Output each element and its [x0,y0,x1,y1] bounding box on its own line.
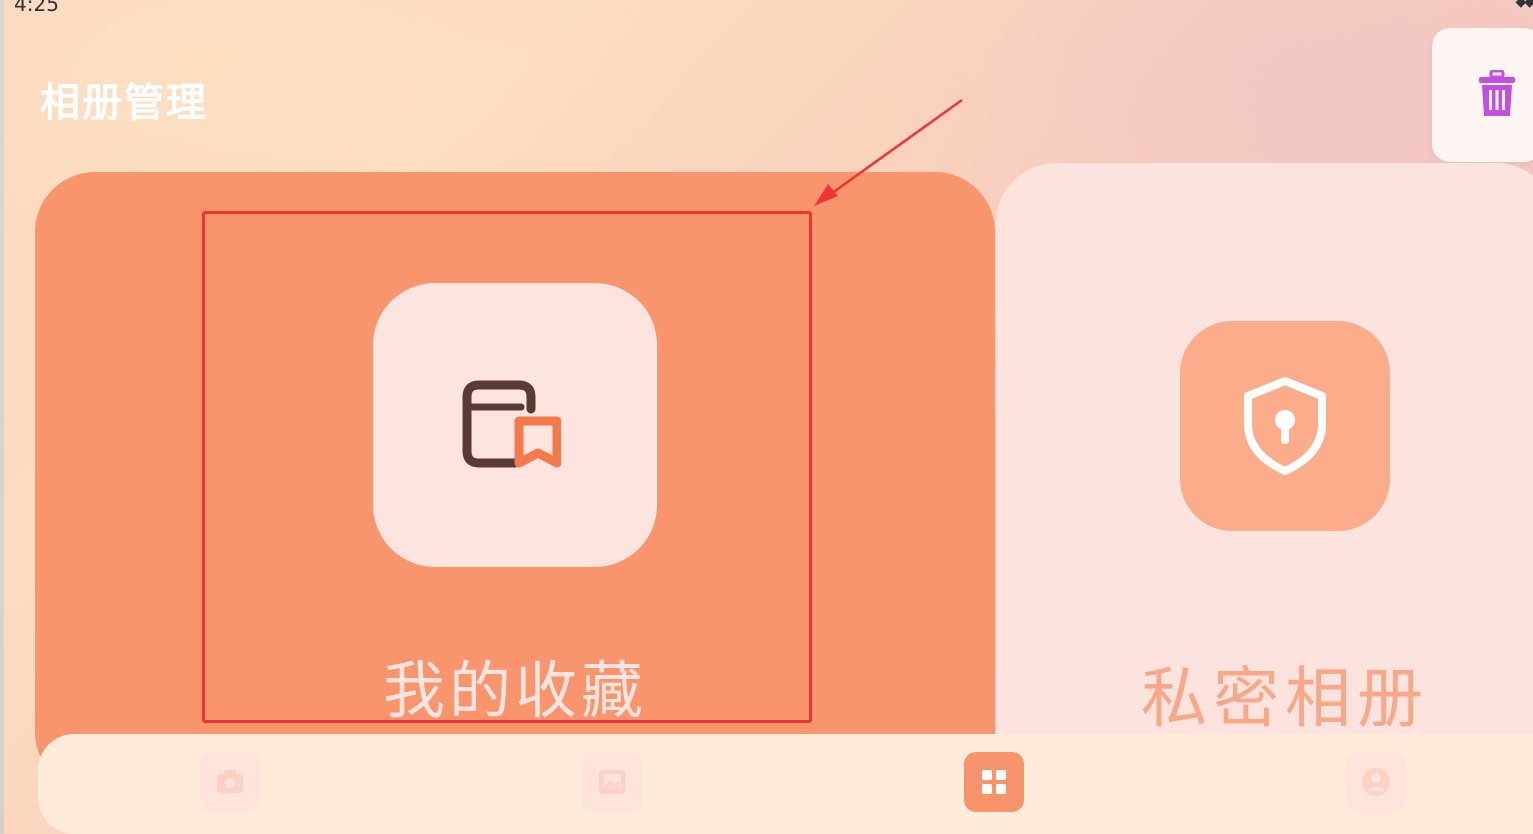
nav-camera[interactable] [200,752,260,812]
page-title: 相册管理 [40,80,208,126]
wifi-icon: ◆◆ [1515,0,1533,10]
status-icons: ◆◆ [1515,0,1533,10]
camera-icon [217,770,243,793]
grid-icon [982,770,1006,794]
status-time: 4:25 [14,0,59,16]
private-album-icon-tile[interactable] [1180,321,1390,531]
selection-highlight-box [202,211,812,723]
shield-lock-icon [1244,377,1326,475]
nav-gallery[interactable] [582,752,642,812]
nav-album-grid[interactable] [964,752,1024,812]
window-edge [0,0,4,834]
profile-icon [1362,768,1390,796]
bottom-nav-bar [38,734,1533,834]
nav-profile[interactable] [1346,752,1406,812]
gallery-icon [599,770,625,794]
trash-icon [1479,70,1515,116]
delete-button[interactable] [1432,28,1533,162]
private-album-label: 私密相册 [1141,660,1429,737]
